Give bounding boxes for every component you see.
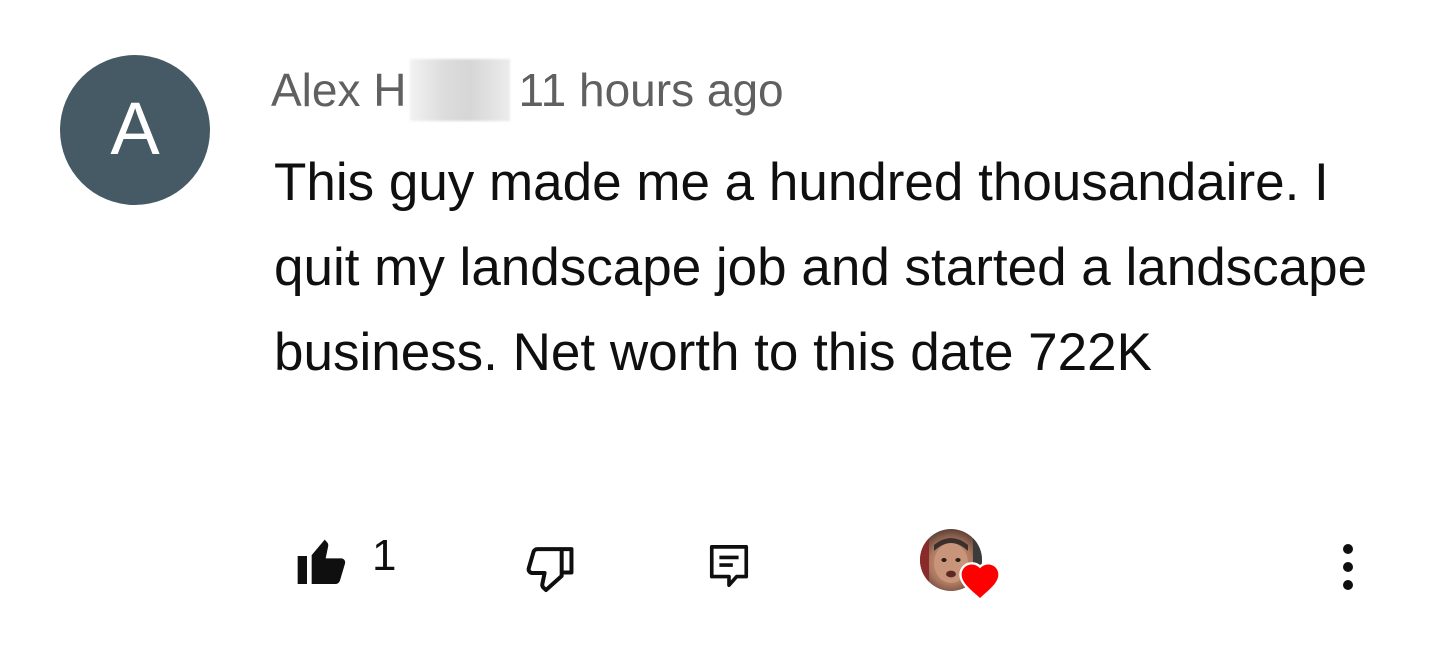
- reply-icon: [709, 545, 749, 588]
- author-name: Alex H: [271, 64, 407, 116]
- commenter-avatar[interactable]: A: [60, 55, 210, 205]
- comment-timestamp[interactable]: 11 hours ago: [518, 63, 783, 117]
- creator-heart-badge[interactable]: [920, 529, 1002, 611]
- redacted-surname: [410, 59, 511, 121]
- like-button[interactable]: 1: [292, 531, 397, 593]
- comment-text: This guy made me a hundred thousandaire.…: [274, 153, 1368, 382]
- comment-action-bar: 1: [0, 515, 1440, 605]
- like-count: 1: [372, 531, 397, 580]
- thumbs-up-icon: [297, 539, 346, 584]
- avatar-letter: A: [110, 87, 160, 170]
- comment-header: Alex H 11 hours ago: [271, 59, 784, 121]
- heart-icon: [959, 562, 1001, 602]
- more-actions-button[interactable]: [1326, 533, 1370, 603]
- author-name-link[interactable]: Alex H: [271, 59, 511, 121]
- more-vertical-icon: [1343, 544, 1353, 590]
- dislike-button[interactable]: [518, 537, 582, 601]
- thumbs-down-icon: [526, 547, 574, 592]
- reply-button[interactable]: [703, 541, 755, 593]
